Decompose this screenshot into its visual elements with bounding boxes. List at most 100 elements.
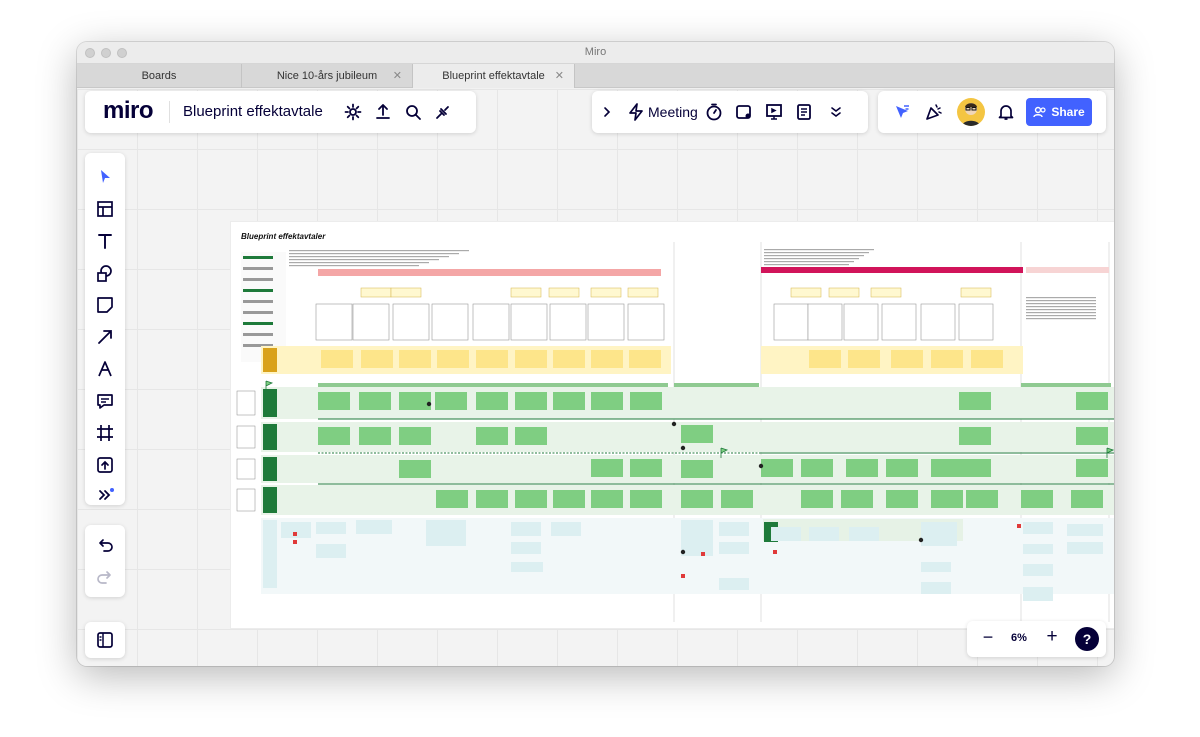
pen-tool[interactable] xyxy=(85,353,125,385)
band-label xyxy=(263,348,277,372)
shapes-tool[interactable] xyxy=(85,257,125,289)
blue-note xyxy=(511,542,541,554)
blue-note xyxy=(1067,542,1103,554)
tab-nice-jubileum[interactable]: Nice 10-års jubileum ✕ xyxy=(242,64,413,88)
close-tab-icon[interactable]: ✕ xyxy=(393,64,402,88)
present-icon[interactable] xyxy=(762,100,786,124)
speech-bubble xyxy=(627,287,659,298)
blue-note xyxy=(719,542,749,554)
green-sticky xyxy=(721,490,753,508)
green-sticky xyxy=(553,490,585,508)
green-sticky xyxy=(399,427,431,445)
green-sticky xyxy=(591,490,623,508)
bell-icon[interactable] xyxy=(994,100,1018,124)
speech-bubble xyxy=(548,287,580,298)
tab-strip: Boards Nice 10-års jubileum ✕ Blueprint … xyxy=(77,64,1114,88)
pen-icon xyxy=(98,361,112,377)
avatar[interactable] xyxy=(957,98,985,126)
arrow-icon xyxy=(98,330,112,344)
zoom-in-button[interactable]: + xyxy=(1043,626,1061,650)
frame-tool[interactable] xyxy=(85,417,125,449)
chevron-right-icon[interactable] xyxy=(598,100,616,124)
blue-note xyxy=(1023,522,1053,534)
green-sticky xyxy=(515,427,547,445)
green-sticky xyxy=(841,490,873,508)
comment-tool[interactable] xyxy=(85,385,125,417)
more-chevrons-icon[interactable] xyxy=(824,100,848,124)
select-tool[interactable] xyxy=(85,161,125,193)
blue-note xyxy=(1067,524,1103,536)
panel-toggle xyxy=(85,624,125,656)
yellow-sticky xyxy=(931,350,963,368)
marker xyxy=(918,537,924,543)
speech-bubble xyxy=(790,287,822,298)
yellow-sticky xyxy=(591,350,623,368)
board-canvas[interactable]: Blueprint effektavtaler miro Blueprint e… xyxy=(77,89,1114,666)
yellow-sticky xyxy=(629,350,661,368)
green-sticky xyxy=(886,459,918,477)
tab-blueprint[interactable]: Blueprint effektavtale ✕ xyxy=(413,64,575,88)
plugin-icon[interactable] xyxy=(431,100,455,124)
meeting-label[interactable]: Meeting xyxy=(648,104,698,120)
history-toolbar xyxy=(85,525,125,597)
board-title[interactable]: Blueprint effektavtale xyxy=(183,103,323,120)
green-sticky xyxy=(846,459,878,477)
arrow-tool[interactable] xyxy=(85,321,125,353)
timer-icon[interactable] xyxy=(702,100,726,124)
green-sticky xyxy=(681,460,713,478)
settings-icon[interactable] xyxy=(341,100,365,124)
zoom-out-button[interactable]: − xyxy=(979,627,997,651)
sketch-card xyxy=(431,303,469,341)
tab-boards[interactable]: Boards xyxy=(77,64,242,88)
blue-note xyxy=(921,562,951,572)
notes-icon[interactable] xyxy=(792,100,816,124)
yellow-sticky xyxy=(971,350,1003,368)
green-sticky xyxy=(886,490,918,508)
green-sticky xyxy=(801,490,833,508)
sticky-note-tool[interactable] xyxy=(85,289,125,321)
green-sticky xyxy=(931,490,963,508)
green-sticky xyxy=(436,490,468,508)
share-button[interactable]: Share xyxy=(1026,98,1092,126)
creation-toolbar xyxy=(85,153,125,505)
zoom-panel: − 6% + ? xyxy=(967,621,1106,657)
green-sticky xyxy=(630,490,662,508)
undo-button[interactable] xyxy=(85,529,125,561)
lightning-icon[interactable] xyxy=(624,100,648,124)
upload-tool[interactable] xyxy=(85,449,125,481)
header-text xyxy=(764,258,859,260)
green-sticky xyxy=(318,427,350,445)
undo-icon xyxy=(99,539,113,552)
blue-note xyxy=(809,527,839,541)
marker xyxy=(293,532,297,536)
speech-bubble xyxy=(510,287,542,298)
miro-logo[interactable]: miro xyxy=(103,97,154,125)
bottom-label xyxy=(263,520,277,588)
sketch-card xyxy=(958,303,994,341)
close-tab-icon[interactable]: ✕ xyxy=(555,64,564,88)
sidebar-icon xyxy=(97,632,113,648)
cursor-filter-icon[interactable] xyxy=(890,100,914,124)
yellow-sticky xyxy=(361,350,393,368)
redo-button[interactable] xyxy=(85,561,125,593)
zoom-level[interactable]: 6% xyxy=(1011,632,1027,644)
green-sticky xyxy=(630,392,662,410)
templates-tool[interactable] xyxy=(85,193,125,225)
blue-note xyxy=(551,522,581,536)
header-text xyxy=(764,252,869,254)
sketch-card xyxy=(881,303,917,341)
board-frame[interactable]: Blueprint effektavtaler xyxy=(231,222,1114,628)
video-icon[interactable] xyxy=(732,100,756,124)
persona-sketch xyxy=(236,390,256,416)
export-icon[interactable] xyxy=(371,100,395,124)
legend-line xyxy=(243,278,273,281)
header-text xyxy=(289,262,429,264)
celebrate-icon[interactable] xyxy=(922,100,946,124)
search-icon[interactable] xyxy=(401,100,425,124)
help-button[interactable]: ? xyxy=(1075,627,1099,651)
board-list-button[interactable] xyxy=(85,622,125,658)
text-tool[interactable] xyxy=(85,225,125,257)
green-sticky xyxy=(801,459,833,477)
green-sticky xyxy=(1021,490,1053,508)
more-tools[interactable] xyxy=(85,479,125,511)
